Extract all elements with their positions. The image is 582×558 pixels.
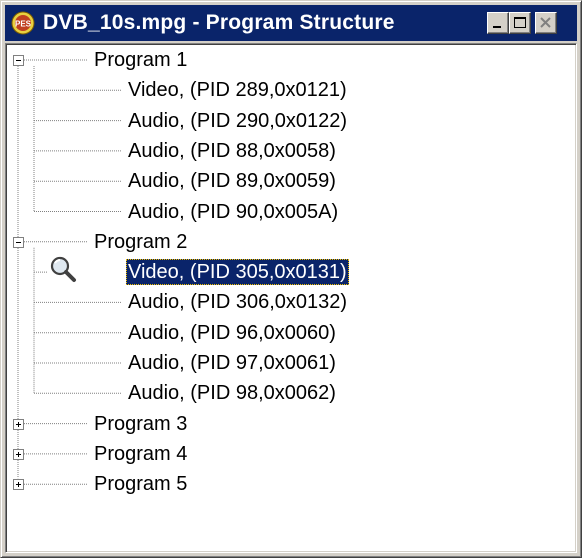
tree-node-audio-stream[interactable]: Audio, (PID 88,0x0058) bbox=[126, 138, 338, 164]
maximize-button[interactable] bbox=[509, 12, 531, 34]
expand-toggle[interactable] bbox=[13, 448, 24, 460]
tree-node-program[interactable]: Program 3 bbox=[92, 411, 189, 437]
tree-node-audio-stream[interactable]: Audio, (PID 96,0x0060) bbox=[126, 320, 338, 346]
program-structure-window: PES DVB_10s.mpg - Program Structure Prog… bbox=[0, 0, 582, 558]
maximize-icon bbox=[514, 17, 526, 28]
window-title: DVB_10s.mpg - Program Structure bbox=[43, 11, 395, 34]
close-icon bbox=[540, 17, 551, 28]
tree-node-video-stream[interactable]: Video, (PID 305,0x0131) bbox=[126, 259, 349, 286]
collapse-toggle[interactable] bbox=[13, 55, 24, 66]
close-button[interactable] bbox=[535, 12, 557, 34]
expand-toggle[interactable] bbox=[13, 418, 24, 430]
tree-node-program[interactable]: Program 4 bbox=[92, 441, 189, 467]
tree-node-program[interactable]: Program 2 bbox=[92, 229, 189, 255]
tree-node-program[interactable]: Program 1 bbox=[92, 47, 189, 73]
tree-node-audio-stream[interactable]: Audio, (PID 98,0x0062) bbox=[126, 380, 338, 406]
svg-text:PES: PES bbox=[15, 20, 32, 29]
tree-node-video-stream[interactable]: Video, (PID 289,0x0121) bbox=[126, 77, 349, 103]
minimize-icon bbox=[493, 26, 501, 28]
expand-toggle[interactable] bbox=[13, 479, 24, 491]
tree-node-program[interactable]: Program 5 bbox=[92, 471, 189, 497]
tree-node-audio-stream[interactable]: Audio, (PID 97,0x0061) bbox=[126, 350, 338, 376]
tree-node-audio-stream[interactable]: Audio, (PID 90,0x005A) bbox=[126, 199, 340, 225]
tree-node-audio-stream[interactable]: Audio, (PID 290,0x0122) bbox=[126, 108, 349, 134]
magnifier-icon bbox=[50, 256, 76, 283]
collapse-toggle[interactable] bbox=[13, 236, 24, 248]
pes-app-icon: PES bbox=[11, 11, 35, 35]
minimize-button[interactable] bbox=[487, 12, 509, 34]
program-tree-view[interactable]: Program 1 Video, (PID 289,0x0121) Audio, (… bbox=[5, 43, 577, 553]
tree-node-audio-stream[interactable]: Audio, (PID 306,0x0132) bbox=[126, 289, 349, 315]
tree-node-audio-stream[interactable]: Audio, (PID 89,0x0059) bbox=[126, 168, 338, 194]
title-bar[interactable]: PES DVB_10s.mpg - Program Structure bbox=[5, 5, 577, 41]
